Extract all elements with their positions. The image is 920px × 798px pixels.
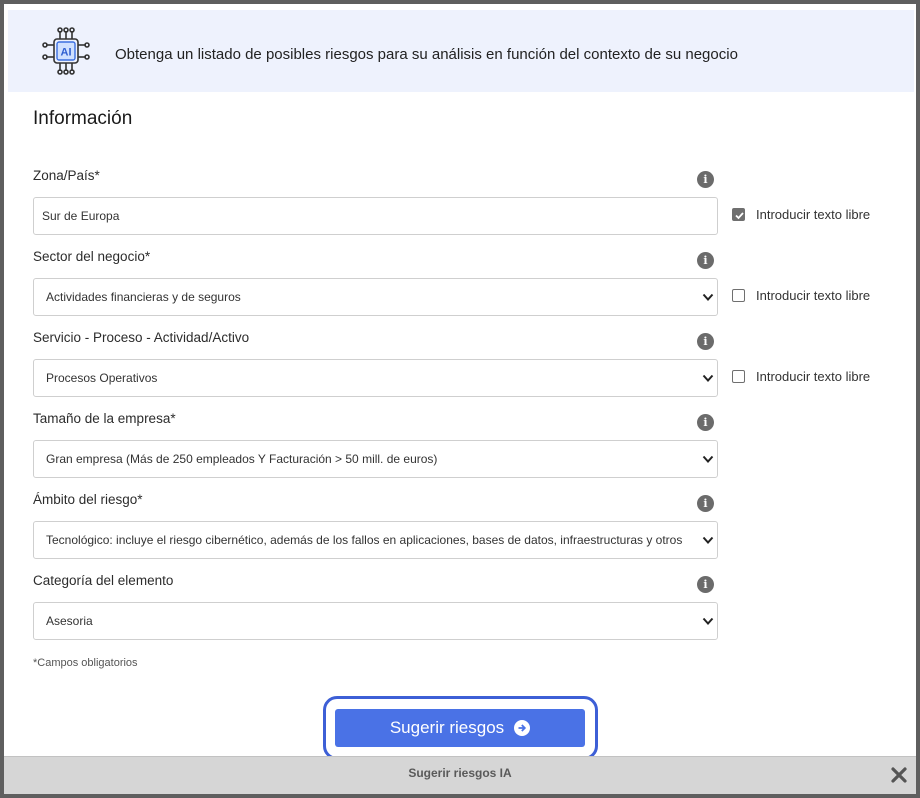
close-icon[interactable] [890,766,908,784]
arrow-right-circle-icon [514,720,531,736]
info-icon[interactable]: i [697,414,714,431]
categoria-select-value: Asesoria [46,614,93,628]
checkbox-icon[interactable] [732,289,745,302]
info-icon[interactable]: i [697,495,714,512]
categoria-label: Categoría del elemento [33,573,174,588]
zona-label: Zona/País* [33,168,100,183]
sector-select-value: Actividades financieras y de seguros [46,290,241,304]
tamano-select[interactable]: Gran empresa (Más de 250 empleados Y Fac… [33,440,718,478]
sector-select[interactable]: Actividades financieras y de seguros [33,278,718,316]
ambito-select[interactable]: Tecnológico: incluye el riesgo cibernéti… [33,521,718,559]
required-fields-note: *Campos obligatorios [33,657,138,669]
chevron-down-icon [702,536,714,544]
tamano-select-value: Gran empresa (Más de 250 empleados Y Fac… [46,452,438,466]
info-banner: AI Obtenga un listado de posibles riesgo… [8,10,914,92]
sector-label: Sector del negocio* [33,249,151,264]
modal-footer: Sugerir riesgos IA [4,756,916,794]
checkbox-icon[interactable] [732,370,745,383]
zona-input[interactable]: Sur de Europa [33,197,718,235]
footer-title: Sugerir riesgos IA [408,766,512,780]
tamano-label: Tamaño de la empresa* [33,411,176,426]
section-title: Información [33,108,133,129]
suggest-risks-label: Sugerir riesgos [389,718,505,737]
servicio-select-value: Procesos Operativos [46,371,158,385]
chevron-down-icon [702,374,714,382]
ambito-select-value: Tecnológico: incluye el riesgo cibernéti… [46,533,683,547]
checkbox-checked-icon[interactable] [732,208,745,221]
free-text-label: Introducir texto libre [756,207,871,222]
chevron-down-icon [702,617,714,625]
chevron-down-icon [702,455,714,463]
suggest-risks-modal: AI Obtenga un listado de posibles riesgo… [4,4,916,794]
chevron-down-icon [702,293,714,301]
info-icon[interactable]: i [697,171,714,188]
info-icon[interactable]: i [697,333,714,350]
servicio-label: Servicio - Proceso - Actividad/Activo [33,330,250,345]
ambito-label: Ámbito del riesgo* [33,492,143,507]
info-icon[interactable]: i [697,576,714,593]
free-text-label: Introducir texto libre [756,369,871,384]
free-text-label: Introducir texto libre [756,288,871,303]
servicio-select[interactable]: Procesos Operativos [33,359,718,397]
suggest-risks-button[interactable]: Sugerir riesgos [335,709,585,747]
info-icon[interactable]: i [697,252,714,269]
svg-text:AI: AI [61,47,72,59]
ai-chip-icon: AI [42,27,90,75]
banner-text: Obtenga un listado de posibles riesgos p… [115,46,738,63]
categoria-select[interactable]: Asesoria [33,602,718,640]
